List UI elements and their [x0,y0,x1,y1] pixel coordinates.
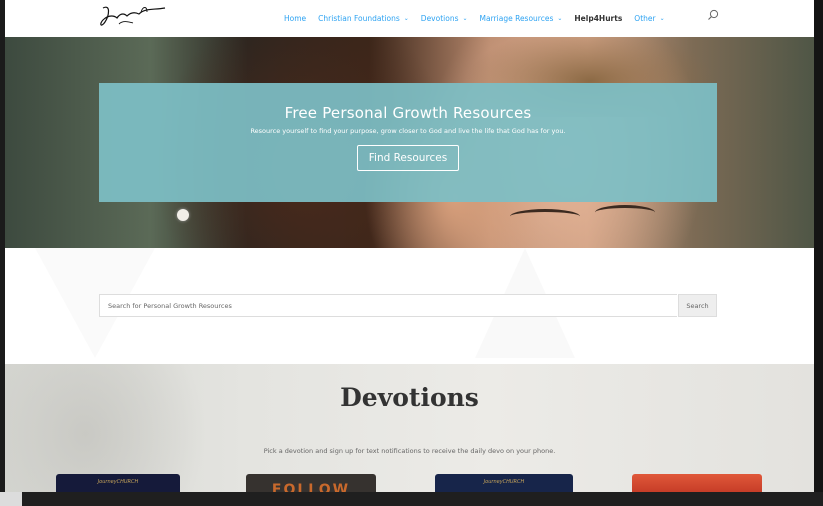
devotions-heading: Devotions [340,383,479,412]
search-button[interactable]: Search [678,294,717,317]
find-resources-button[interactable]: Find Resources [356,145,460,171]
resource-search-section: Search for Personal Growth Resources Sea… [5,248,814,364]
hero-photo-eye [595,205,655,220]
chevron-down-icon: ⌄ [403,14,409,22]
signature-logo[interactable] [97,2,169,32]
hero-overlay-box: Free Personal Growth Resources Resource … [99,83,717,202]
nav-label: Help4Hurts [574,13,623,23]
site-header: Home Christian Foundations ⌄ Devotions ⌄ M… [5,0,814,36]
nav-label: Home [284,13,307,23]
nav-item-marriage-resources[interactable]: Marriage Resources ⌄ [480,14,563,23]
chevron-down-icon: ⌄ [659,14,665,22]
nav-label: Other [634,13,656,23]
devotion-card[interactable]: JourneyCHURCH [435,474,573,492]
hero-banner: Free Personal Growth Resources Resource … [5,37,814,248]
nav-label: Devotions [420,13,459,23]
nav-item-other[interactable]: Other ⌄ [634,14,664,23]
nav-item-home[interactable]: Home [284,14,306,23]
nav-item-devotions[interactable]: Devotions ⌄ [421,14,468,23]
search-placeholder: Search for Personal Growth Resources [108,301,232,310]
search-icon[interactable] [707,9,719,21]
card-label: JourneyCHURCH [483,479,525,485]
hero-title: Free Personal Growth Resources [284,104,532,122]
card-label: FOLLOW [271,482,351,492]
resource-search-input[interactable]: Search for Personal Growth Resources [99,294,677,317]
devotion-card[interactable] [632,474,762,492]
window-edge [814,0,823,506]
page: Home Christian Foundations ⌄ Devotions ⌄ M… [5,0,814,492]
nav-item-help4hurts[interactable]: Help4Hurts [574,14,622,23]
devotion-card[interactable]: JourneyCHURCH [56,474,180,492]
hero-photo-eye [510,209,580,224]
nav-item-christian-foundations[interactable]: Christian Foundations ⌄ [318,14,409,23]
chevron-down-icon: ⌄ [462,14,468,22]
devotion-card[interactable]: FOLLOW [246,474,376,492]
nav-label: Christian Foundations [318,13,400,23]
nav-label: Marriage Resources [479,13,554,23]
chevron-down-icon: ⌄ [557,14,563,22]
hero-photo-earring [177,209,189,221]
devotions-description: Pick a devotion and sign up for text not… [263,447,556,455]
devotions-section: Devotions Pick a devotion and sign up fo… [5,364,814,492]
hero-subtitle: Resource yourself to find your purpose, … [250,127,566,135]
card-label: JourneyCHURCH [97,479,139,485]
window-bottom-bar [0,492,823,506]
main-nav: Home Christian Foundations ⌄ Devotions ⌄ M… [284,10,677,26]
window-bottom-gap [0,492,22,506]
